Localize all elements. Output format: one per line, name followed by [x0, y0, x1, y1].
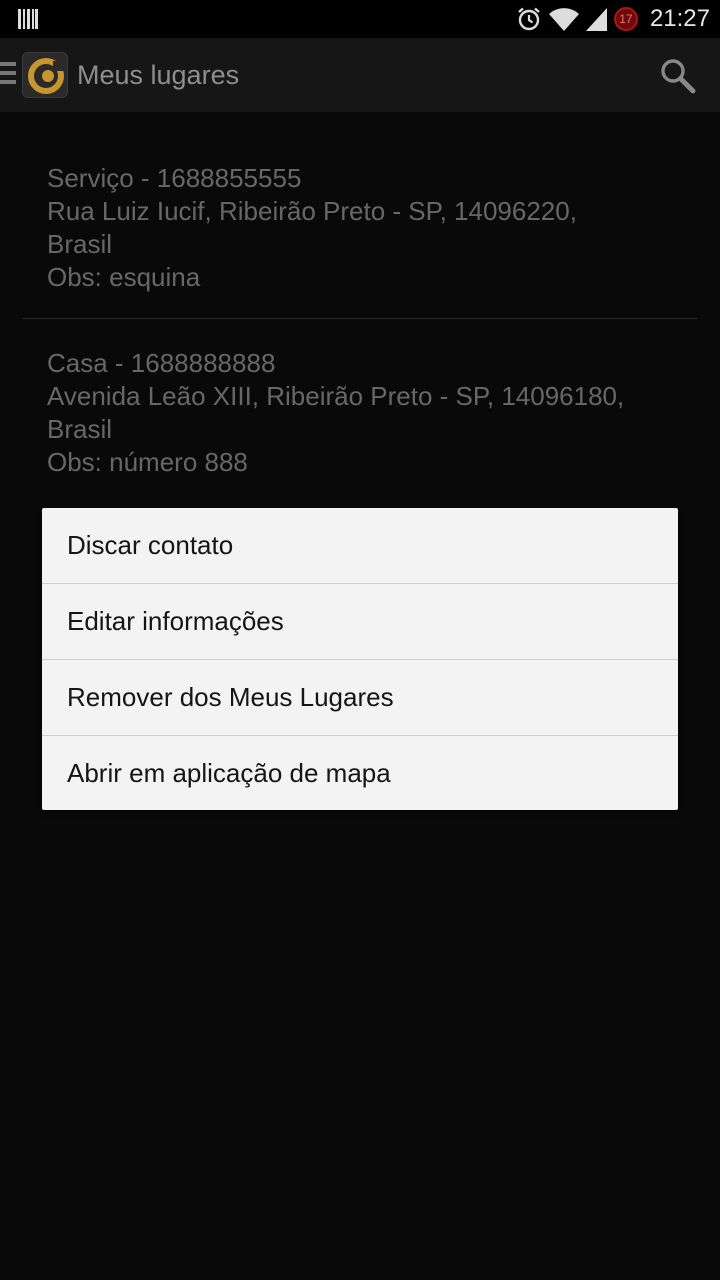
status-time: 21:27	[649, 5, 710, 32]
menu-item-edit-info[interactable]: Editar informações	[42, 584, 678, 660]
menu-item-dial-contact[interactable]: Discar contato	[42, 508, 678, 584]
status-bar: 17 21:27	[0, 0, 720, 38]
notification-badge-icon: 17	[613, 7, 638, 31]
signal-icon	[585, 8, 607, 31]
drawer-menu-icon[interactable]	[0, 62, 16, 88]
context-menu: Discar contato Editar informações Remove…	[42, 508, 678, 810]
alarm-icon	[518, 7, 540, 31]
screen: 17 21:27 Meus lugares Serviço - 16888555…	[0, 0, 720, 1280]
app-logo-icon[interactable]	[22, 52, 68, 98]
wifi-icon	[548, 8, 579, 32]
status-icons: 17 21:27	[516, 0, 710, 38]
menu-item-open-map[interactable]: Abrir em aplicação de mapa	[42, 736, 678, 810]
barcode-icon	[18, 9, 38, 29]
page-title: Meus lugares	[77, 60, 240, 90]
action-bar: Meus lugares	[0, 38, 720, 112]
search-icon[interactable]	[658, 56, 698, 96]
menu-item-remove-place[interactable]: Remover dos Meus Lugares	[42, 660, 678, 736]
